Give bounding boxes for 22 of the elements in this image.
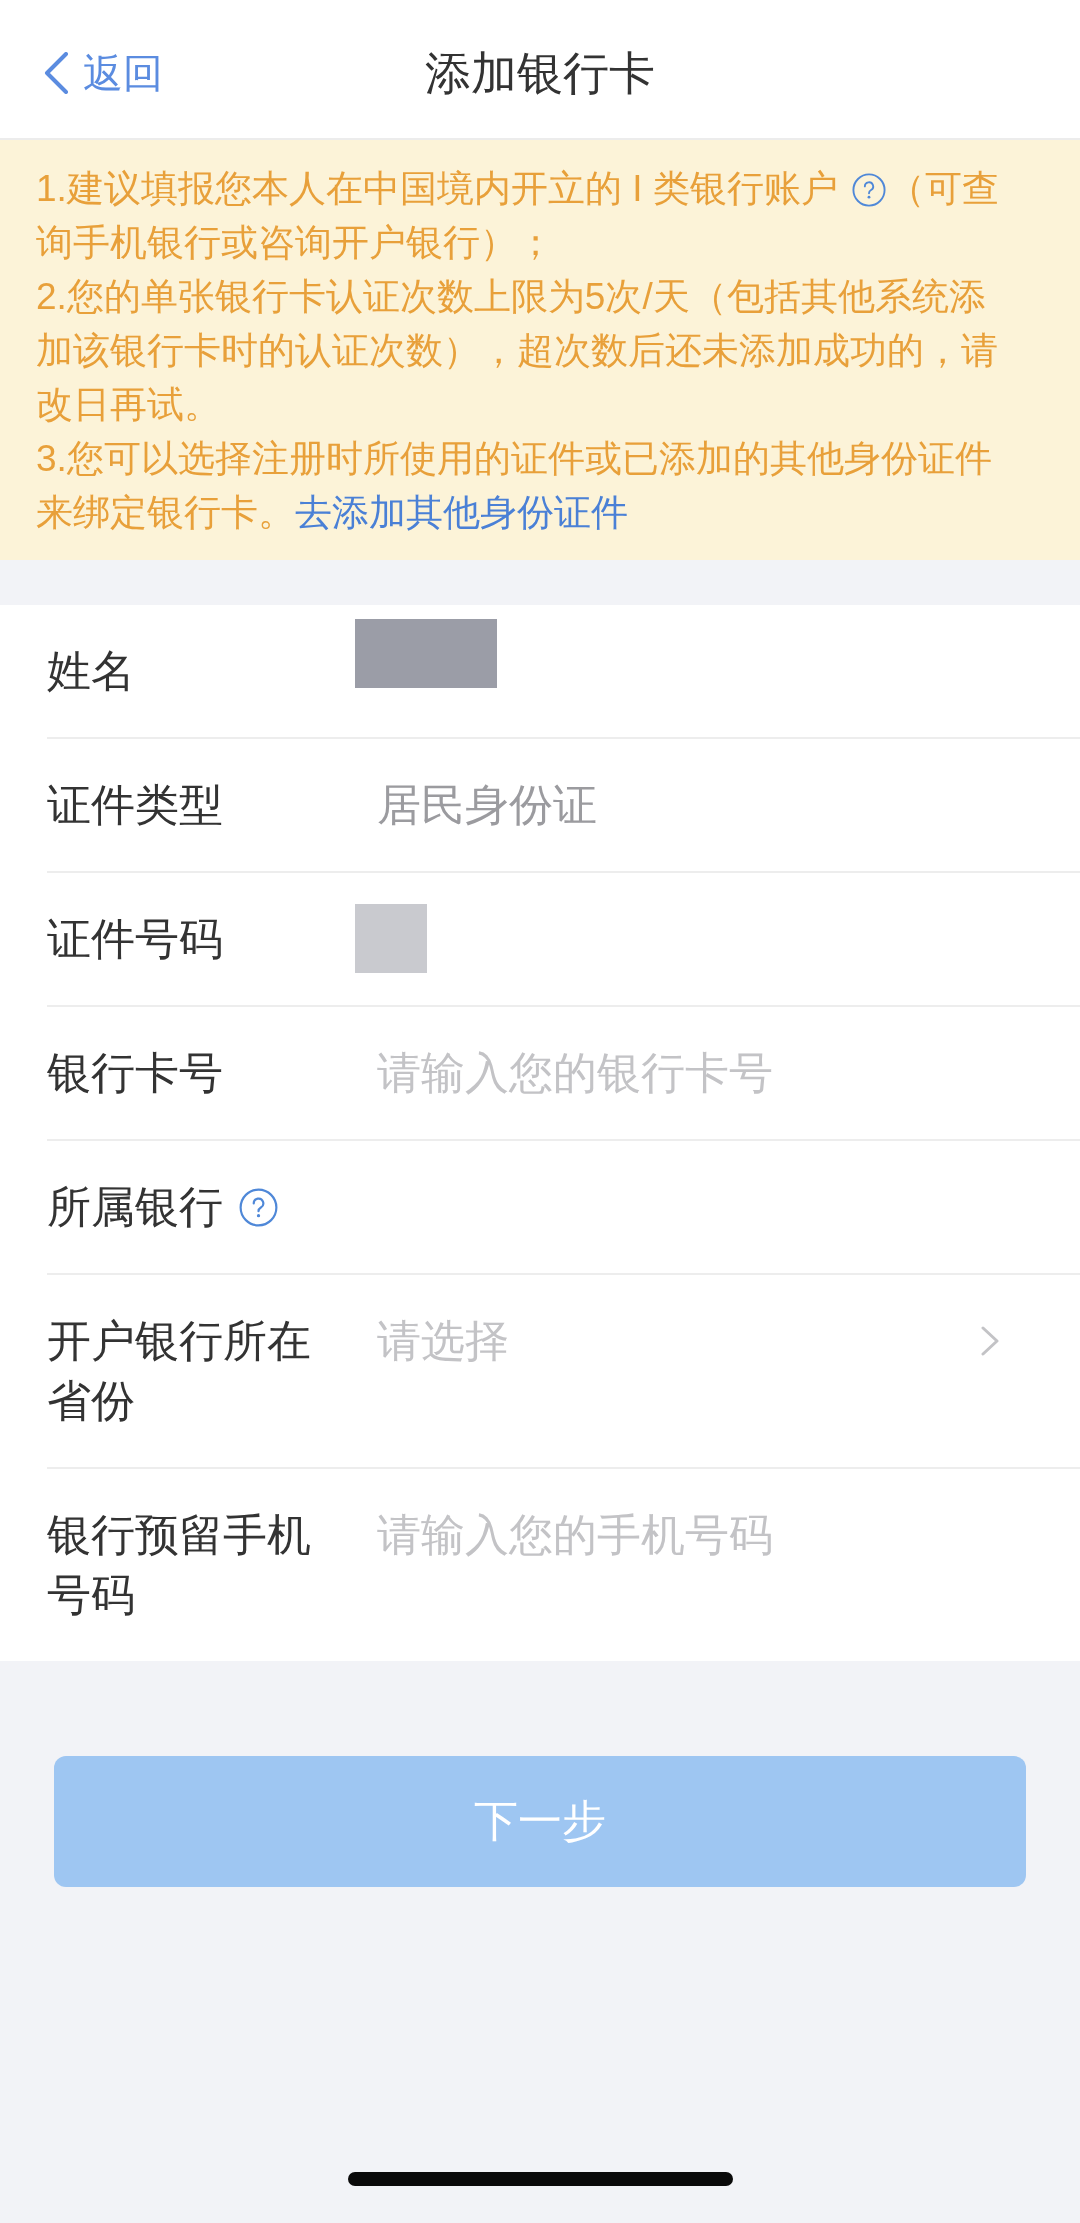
- notice-text: 1.建议填报您本人在中国境内开立的 I 类银行账户 （可查询手机银行或咨询开户银行）；: [36, 167, 1000, 265]
- help-icon[interactable]: [852, 173, 886, 207]
- field-label: 开户银行所在省份: [47, 1315, 312, 1427]
- notice-link[interactable]: 去添加其他身份证件: [295, 492, 628, 533]
- field-label: 证件号码: [47, 913, 223, 965]
- field-label: 姓名: [47, 645, 135, 697]
- field-value: 居民身份证: [377, 779, 597, 831]
- input-field[interactable]: 请输入您的银行卡号: [377, 1043, 1000, 1103]
- field-label: 银行卡号: [47, 1047, 223, 1099]
- field-label: 证件类型: [47, 779, 223, 831]
- help-icon[interactable]: [239, 1187, 278, 1227]
- blurred-value: [355, 904, 427, 973]
- input-field[interactable]: 请输入您的手机号码: [377, 1505, 1000, 1565]
- chevron-right-icon: [980, 1326, 1000, 1356]
- field-label: 所属银行: [47, 1181, 223, 1233]
- chevron-left-icon: [43, 52, 69, 94]
- select-field[interactable]: 请选择: [377, 1311, 1000, 1371]
- notice-text: 2.您的单张银行卡认证次数上限为5次/天（包括其他系统添加该银行卡时的认证次数），超次数后还未添加成功的，请改日再试。: [36, 275, 999, 427]
- back-button[interactable]: 返回: [43, 45, 163, 101]
- page-title: 添加银行卡: [425, 46, 655, 101]
- notice-text: 3.您可以选择注册时所使用的证件或已添加的其他身份证件来绑定银行卡。去添加其他身份证件: [36, 437, 993, 535]
- field-label: 银行预留手机号码: [47, 1509, 312, 1621]
